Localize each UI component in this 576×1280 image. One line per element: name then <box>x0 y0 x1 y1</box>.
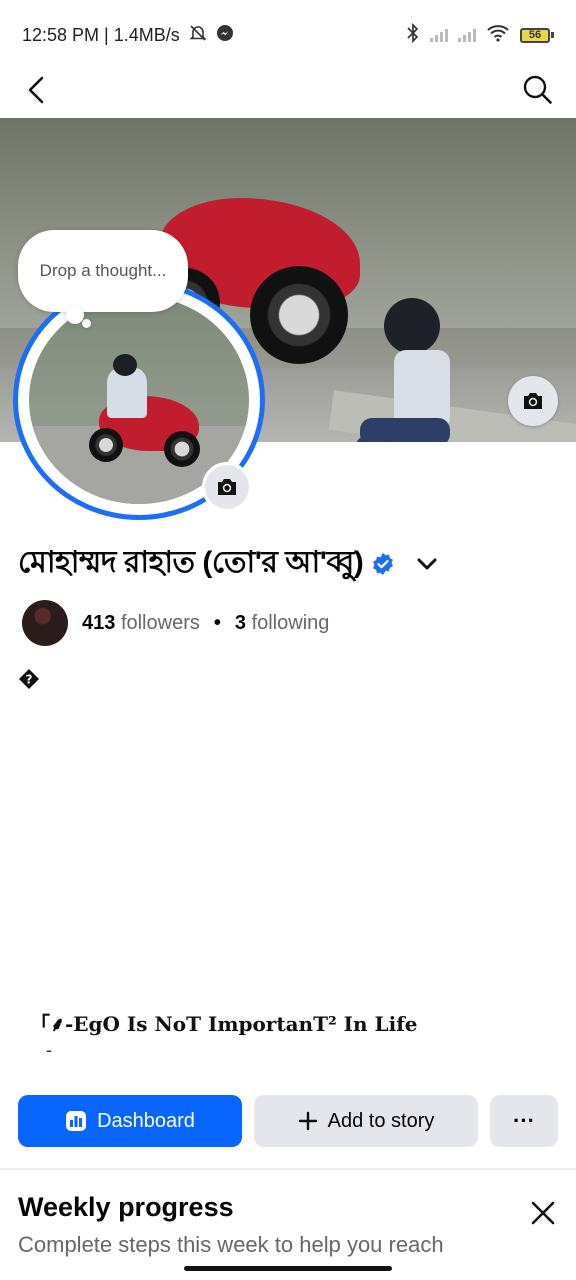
section-divider <box>0 1168 576 1170</box>
thought-bubble[interactable]: Drop a thought... <box>18 230 188 312</box>
dashboard-icon <box>66 1111 87 1131</box>
weekly-progress-subtitle: Complete steps this week to help you rea… <box>18 1232 444 1257</box>
top-nav <box>0 64 576 114</box>
separator-dot: • <box>213 611 221 634</box>
followers-label: followers <box>120 611 200 634</box>
profile-name-row: মোহাম্মদ রাহাত (তো'র আ'ব্বু) <box>18 538 441 589</box>
signal-icon <box>430 28 448 42</box>
more-dots-icon: ··· <box>513 1108 535 1133</box>
chevron-down-icon[interactable] <box>413 550 441 578</box>
followers-row[interactable]: 413 followers • 3 following <box>22 600 329 646</box>
weekly-progress-title: Weekly progress <box>18 1192 234 1222</box>
dashboard-button[interactable]: Dashboard <box>18 1095 242 1147</box>
mute-bell-icon <box>188 23 208 48</box>
cover-rider <box>356 298 450 442</box>
home-indicator[interactable] <box>184 1266 392 1271</box>
search-button[interactable] <box>520 72 554 106</box>
bio-glyph-text: ? <box>26 673 33 687</box>
add-to-story-label: Add to story <box>327 1109 435 1132</box>
more-options-button[interactable]: ··· <box>490 1095 558 1147</box>
thought-dot-small <box>82 319 91 328</box>
back-button[interactable] <box>22 70 52 110</box>
following-stat[interactable]: 3 following <box>235 612 330 635</box>
bluetooth-icon <box>406 22 420 48</box>
cover-bike-wheel <box>250 266 348 364</box>
bio-glyph: ? <box>19 669 39 689</box>
battery-level: 56 <box>520 27 550 43</box>
battery-icon: 56 <box>520 27 554 43</box>
followers-count: 413 <box>82 611 116 634</box>
plus-icon <box>298 1111 317 1131</box>
camera-icon <box>524 393 542 409</box>
thought-placeholder: Drop a thought... <box>39 261 167 280</box>
close-icon[interactable] <box>530 1200 556 1226</box>
add-to-story-button[interactable]: Add to story <box>254 1095 478 1147</box>
messenger-icon <box>216 24 234 47</box>
followers-stat[interactable]: 413 followers <box>82 612 200 635</box>
dashboard-label: Dashboard <box>97 1109 195 1132</box>
search-icon <box>523 75 552 104</box>
signal-icon-2 <box>458 28 476 42</box>
cover-camera-button[interactable] <box>508 376 558 426</box>
profile-camera-button[interactable] <box>202 462 252 512</box>
profile-name: মোহাম্মদ রাহাত (তো'র আ'ব্বু) <box>18 546 364 579</box>
status-time: 12:58 PM | 1.4MB/s <box>22 24 180 45</box>
following-label: following <box>251 611 330 634</box>
back-arrow-icon <box>28 76 44 104</box>
wifi-icon <box>486 24 510 47</box>
follower-avatar <box>22 600 68 646</box>
bio-tagline-dash: - <box>46 1040 52 1060</box>
following-count: 3 <box>234 611 246 634</box>
camera-icon <box>218 479 236 495</box>
bio-tagline: 「⸙-EgO Is NoT ImportanT² In Life <box>30 1012 418 1036</box>
verified-badge-icon <box>373 552 394 575</box>
status-bar: 12:58 PM | 1.4MB/s 56 <box>0 0 576 70</box>
